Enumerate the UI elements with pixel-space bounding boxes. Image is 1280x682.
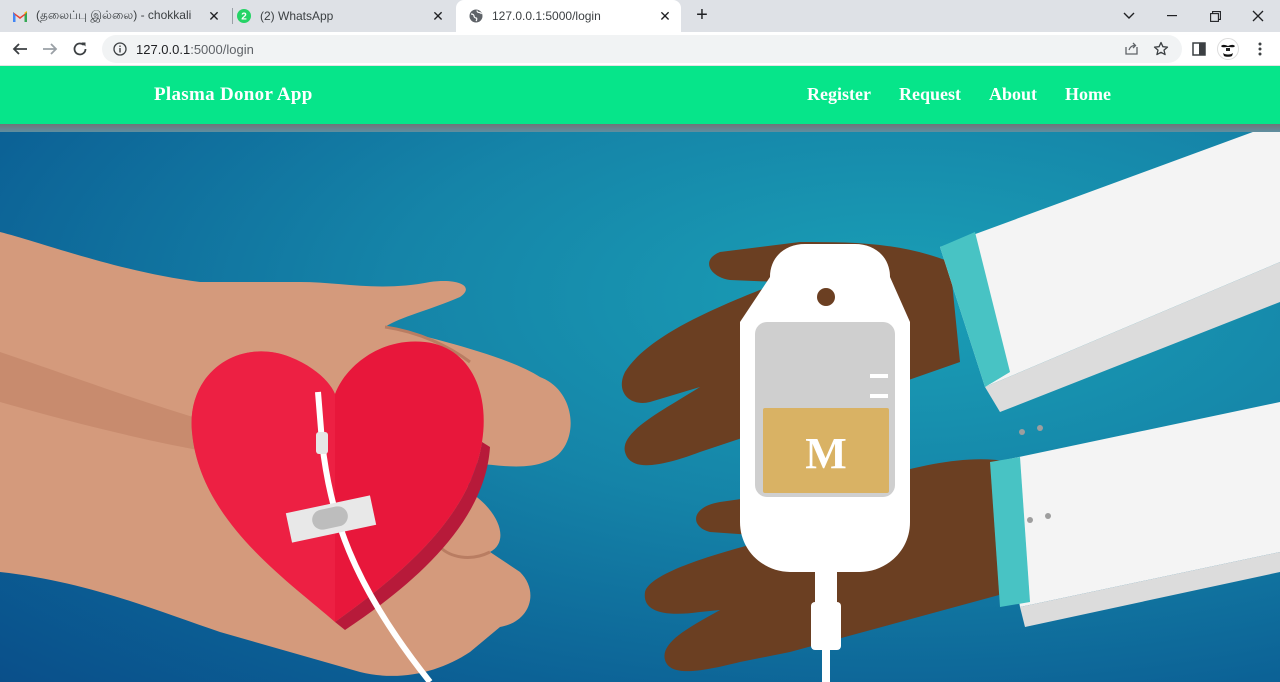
whatsapp-icon: 2 — [236, 8, 252, 24]
page-content: Plasma Donor App Register Request About … — [0, 66, 1280, 682]
tab-strip: (தலைப்பு இல்லை) - chokkali ✕ 2 (2) Whats… — [0, 0, 1280, 32]
url-text: 127.0.0.1:5000/login — [136, 42, 254, 57]
share-icon[interactable] — [1120, 35, 1144, 63]
gmail-icon — [12, 8, 28, 24]
nav-link-register[interactable]: Register — [807, 84, 871, 105]
navbar-shadow — [0, 124, 1280, 132]
url-host: 127.0.0.1 — [136, 41, 191, 57]
profile-avatar-icon[interactable] — [1216, 37, 1240, 61]
nav-link-home[interactable]: Home — [1065, 84, 1111, 105]
browser-toolbar: 127.0.0.1:5000/login — [0, 32, 1280, 66]
forward-icon[interactable] — [38, 37, 62, 61]
close-icon[interactable]: ✕ — [657, 8, 673, 24]
hero-illustration: M — [0, 132, 1280, 682]
back-icon[interactable] — [8, 37, 32, 61]
tab-gmail[interactable]: (தலைப்பு இல்லை) - chokkali ✕ — [12, 0, 230, 32]
minimize-icon[interactable] — [1152, 0, 1192, 32]
svg-text:2: 2 — [241, 12, 247, 23]
bag-letter: M — [805, 429, 847, 478]
site-navbar: Plasma Donor App Register Request About … — [0, 66, 1280, 124]
tab-whatsapp[interactable]: 2 (2) WhatsApp ✕ — [236, 0, 454, 32]
info-icon[interactable] — [112, 41, 128, 57]
brand-logo-text[interactable]: Plasma Donor App — [154, 84, 313, 106]
tab-separator — [232, 8, 233, 24]
plasma-donation-illustration: M — [0, 132, 1280, 682]
restore-icon[interactable] — [1195, 0, 1235, 32]
close-window-icon[interactable] — [1238, 0, 1278, 32]
menu-kebab-icon[interactable] — [1248, 37, 1272, 61]
address-bar[interactable]: 127.0.0.1:5000/login — [102, 35, 1182, 63]
tab-title: (2) WhatsApp — [260, 9, 334, 23]
nav-link-request[interactable]: Request — [899, 84, 961, 105]
close-icon[interactable]: ✕ — [430, 8, 446, 24]
tab-title: (தலைப்பு இல்லை) - chokkali — [36, 8, 192, 22]
nav-link-about[interactable]: About — [989, 84, 1037, 105]
reload-icon[interactable] — [68, 37, 92, 61]
url-path: :5000/login — [190, 41, 254, 57]
globe-icon — [468, 8, 484, 24]
chevron-down-icon[interactable] — [1109, 0, 1149, 32]
close-icon[interactable]: ✕ — [206, 8, 222, 24]
bookmark-star-icon[interactable] — [1149, 35, 1173, 63]
tab-active-login[interactable]: 127.0.0.1:5000/login ✕ — [456, 0, 681, 32]
tab-title: 127.0.0.1:5000/login — [492, 9, 601, 23]
side-panel-icon[interactable] — [1187, 37, 1211, 61]
nav-links: Register Request About Home — [807, 84, 1111, 105]
new-tab-icon[interactable]: + — [690, 4, 714, 28]
